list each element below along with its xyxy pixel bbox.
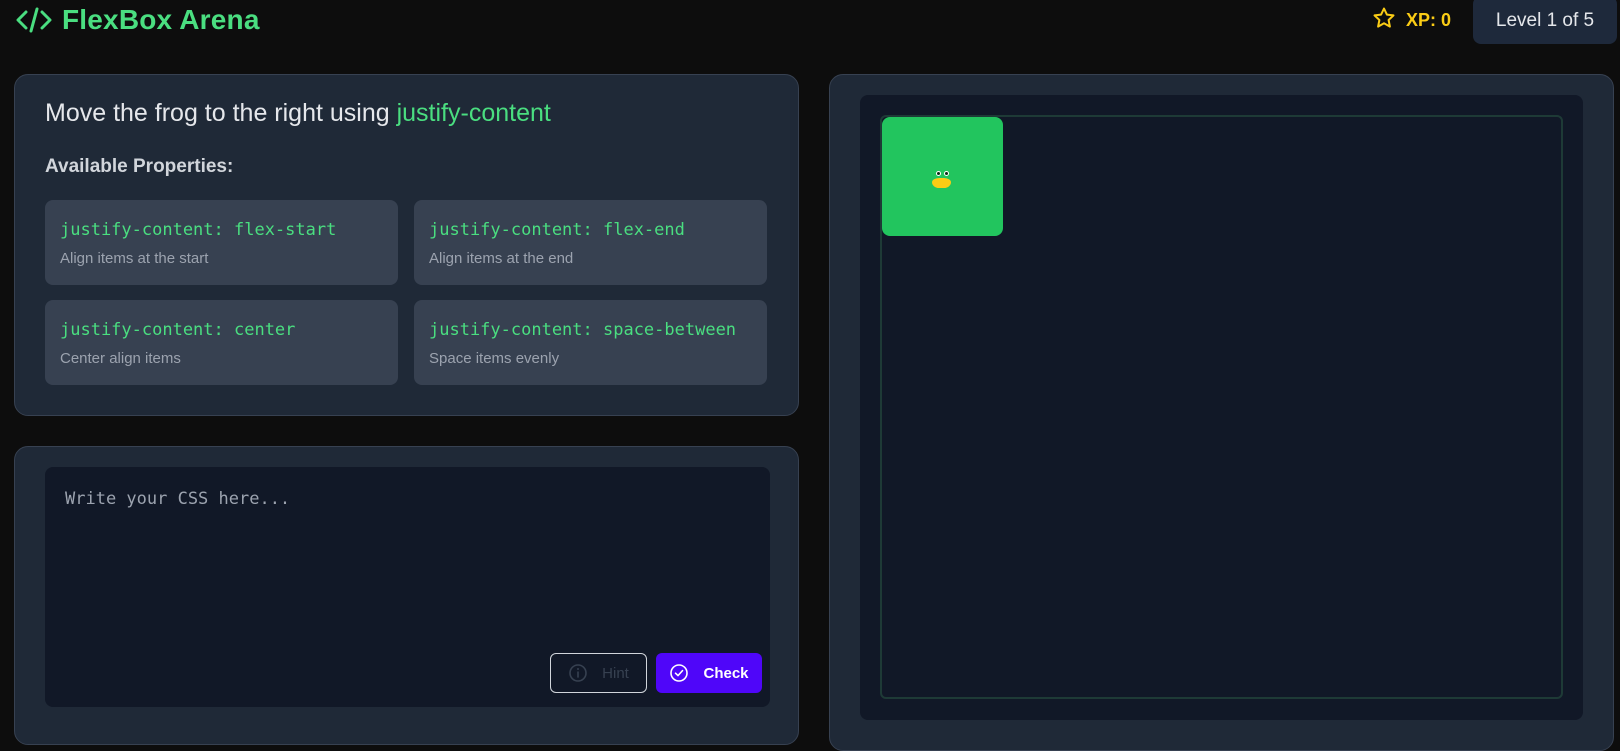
property-description: Align items at the start [60,250,209,267]
instructions-panel: Move the frog to the right using justify… [14,74,799,416]
editor-panel: Hint Check [14,446,799,745]
level-badge: Level 1 of 5 [1473,0,1617,44]
game-board [860,95,1583,720]
star-icon [1372,6,1396,35]
frog-left-eye [936,171,941,176]
check-circle-icon [669,663,689,683]
xp-label: XP: 0 [1406,9,1452,30]
check-label: Check [703,664,749,682]
xp-counter: XP: 0 [1372,4,1451,36]
properties-heading: Available Properties: [45,156,234,177]
property-code: justify-content: flex-start [60,220,337,240]
frog-mouth [932,178,951,188]
property-description: Center align items [60,350,181,367]
check-button[interactable]: Check [656,653,762,693]
code-icon [16,6,52,34]
property-description: Space items evenly [429,350,560,367]
property-code: justify-content: center [60,320,296,340]
info-icon [568,663,588,683]
app-title: FlexBox Arena [62,4,260,35]
property-card-center[interactable]: justify-content: center Center align ite… [45,300,398,385]
frog-right-eye [944,171,949,176]
css-editor: Hint Check [45,467,770,707]
task-keyword: justify-content [396,99,551,127]
pond-container [880,115,1563,699]
task-text: Move the frog to the right using [45,99,397,127]
app-logo: FlexBox Arena [16,2,260,38]
property-code: justify-content: flex-end [429,220,685,240]
hint-label: Hint [602,664,629,682]
game-board-panel [829,74,1614,751]
property-card-space-between[interactable]: justify-content: space-between Space ite… [414,300,767,385]
property-description: Align items at the end [429,250,574,267]
frog [882,117,1003,236]
task-description: Move the frog to the right using justify… [45,99,551,128]
property-code: justify-content: space-between [429,320,737,340]
hint-button[interactable]: Hint [550,653,647,693]
property-card-flex-end[interactable]: justify-content: flex-end Align items at… [414,200,767,285]
property-card-flex-start[interactable]: justify-content: flex-start Align items … [45,200,398,285]
